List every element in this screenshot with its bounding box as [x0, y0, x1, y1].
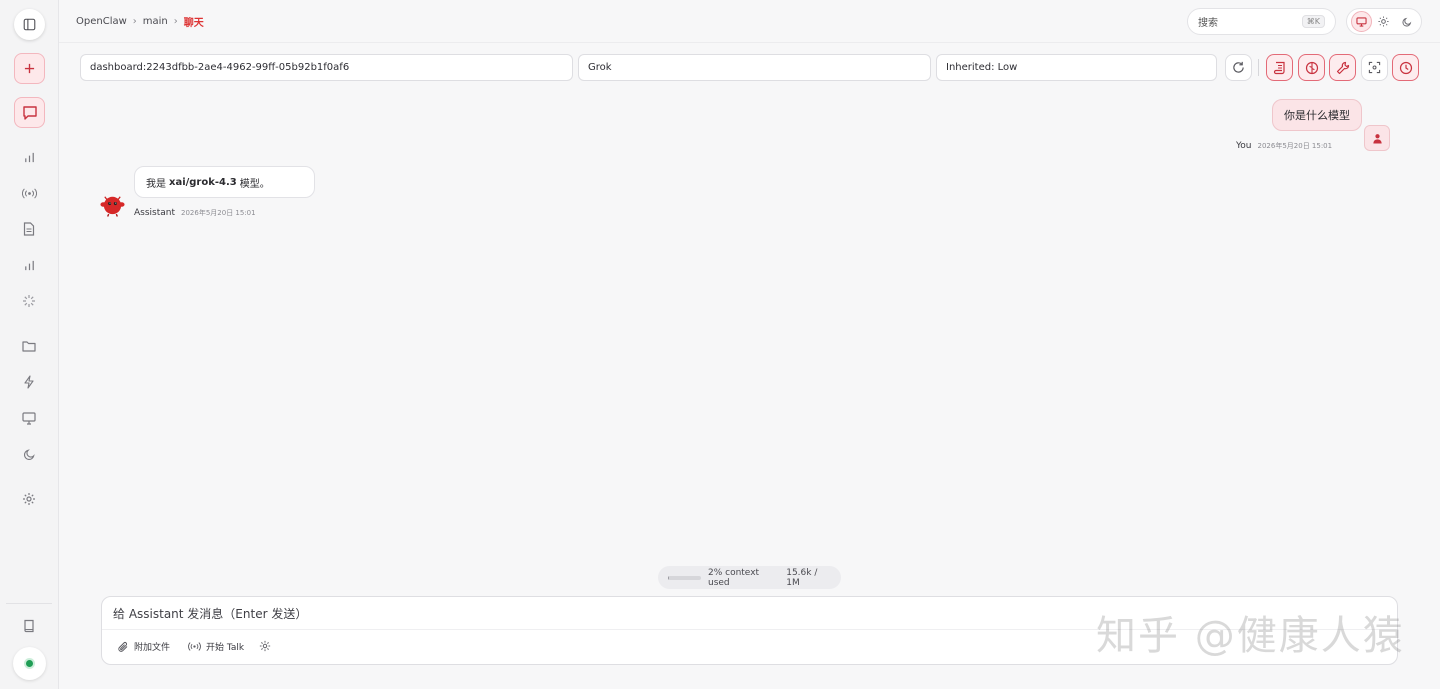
- book-icon: [24, 619, 34, 633]
- sun-icon: [1378, 16, 1390, 27]
- sidebar-item-docs[interactable]: [20, 617, 38, 635]
- start-talk-label: 开始 Talk: [206, 643, 245, 653]
- search-shortcut: ⌘K: [1301, 15, 1325, 28]
- new-chat-button[interactable]: [14, 53, 45, 84]
- sidebar-item-nodes[interactable]: [20, 409, 38, 427]
- wrench-icon: [1336, 61, 1349, 74]
- user-message-text: 你是什么模型: [1284, 109, 1350, 122]
- user-message-meta: You 2026年5月20日 15:01: [1236, 141, 1332, 151]
- context-usage-bar: [668, 575, 701, 580]
- user-sender-name: You: [1236, 141, 1252, 151]
- moon-icon: [1402, 17, 1411, 27]
- context-usage-label: 2% context used: [707, 567, 760, 588]
- sidebar-item-documents[interactable]: [20, 220, 38, 238]
- breadcrumb-current: 聊天: [183, 18, 204, 29]
- search-box[interactable]: 搜索 ⌘K: [1187, 8, 1336, 35]
- message-input[interactable]: [102, 597, 1397, 630]
- toolbar-divider: [1258, 59, 1259, 76]
- sidebar-toggle-button[interactable]: [14, 9, 45, 40]
- thinking-level-select[interactable]: Inherited: Low: [936, 54, 1217, 81]
- refresh-icon: [1233, 61, 1244, 73]
- sidebar-item-skills[interactable]: [20, 373, 38, 391]
- document-icon: [23, 222, 35, 236]
- paperclip-icon: [118, 641, 128, 652]
- attach-file-label: 附加文件: [134, 643, 171, 653]
- monitor-icon: [1356, 16, 1367, 27]
- focus-icon: [1368, 61, 1381, 74]
- sidebar-item-loading[interactable]: [20, 292, 38, 310]
- context-usage-tokens: 15.6k / 1M: [786, 567, 818, 588]
- breadcrumb-separator-icon: ›: [173, 16, 178, 27]
- scroll-icon: [1273, 61, 1285, 74]
- theme-system-button[interactable]: [1350, 11, 1372, 32]
- bar-chart-icon: [24, 152, 34, 162]
- context-usage-indicator: 2% context used 15.6k / 1M: [658, 566, 841, 589]
- assistant-message-bubble: 我是 xai/grok-4.3 模型。: [134, 166, 315, 198]
- model-select[interactable]: Grok: [578, 54, 931, 81]
- focus-mode-button[interactable]: [1361, 54, 1388, 81]
- composer-divider: [102, 629, 1397, 630]
- breadcrumb-root[interactable]: OpenClaw: [76, 16, 127, 27]
- composer-settings-button[interactable]: [259, 640, 271, 652]
- compact-button[interactable]: [1266, 54, 1293, 81]
- theme-switcher: [1346, 8, 1422, 35]
- start-talk-button[interactable]: 开始 Talk: [188, 640, 244, 653]
- plus-icon: [24, 63, 35, 74]
- user-message-bubble: 你是什么模型: [1272, 99, 1362, 131]
- sidebar-item-settings[interactable]: [20, 490, 38, 508]
- gear-icon: [23, 493, 35, 505]
- lightning-icon: [24, 375, 34, 389]
- session-key: dashboard:2243dfbb-2ae4-4962-99ff-05b92b…: [90, 62, 350, 73]
- top-bar: OpenClaw › main › 聊天 搜索 ⌘K: [59, 0, 1440, 43]
- chat-icon: [22, 105, 37, 120]
- sidebar-panel-icon: [23, 18, 36, 31]
- sidebar-item-channels[interactable]: [20, 184, 38, 202]
- spinner-icon: [23, 295, 35, 307]
- sidebar-item-overview[interactable]: [20, 148, 38, 166]
- refresh-button[interactable]: [1225, 54, 1252, 81]
- user-icon: [1372, 133, 1382, 144]
- assistant-lobster-avatar-icon: [100, 196, 125, 217]
- breadcrumb-separator-icon: ›: [132, 16, 137, 27]
- moon-icon: [23, 448, 35, 460]
- sidebar: [0, 0, 59, 689]
- context-usage-fill: [668, 575, 669, 580]
- sidebar-item-files[interactable]: [20, 337, 38, 355]
- assistant-message-meta: Assistant 2026年5月20日 15:01: [134, 208, 256, 218]
- assistant-message-prefix: 我是: [146, 178, 166, 190]
- breadcrumb: OpenClaw › main › 聊天: [76, 14, 204, 29]
- sidebar-item-usage[interactable]: [20, 256, 38, 274]
- thinking-level: Inherited: Low: [946, 62, 1018, 73]
- theme-dark-button[interactable]: [1396, 11, 1417, 32]
- gear-icon: [259, 640, 271, 652]
- connection-status[interactable]: [13, 647, 46, 680]
- brain-icon: [1305, 61, 1318, 74]
- assistant-message-time: 2026年5月20日 15:01: [181, 209, 256, 217]
- message-composer: 附加文件 开始 Talk: [101, 596, 1398, 665]
- assistant-message-suffix: 模型。: [239, 178, 270, 190]
- monitor-icon: [22, 411, 36, 425]
- thinking-toggle-button[interactable]: [1298, 54, 1325, 81]
- status-dot-icon: [26, 660, 33, 667]
- user-message-time: 2026年5月20日 15:01: [1257, 142, 1333, 150]
- sidebar-item-chat[interactable]: [14, 97, 45, 128]
- broadcast-icon: [21, 187, 37, 199]
- folder-icon: [22, 341, 36, 352]
- broadcast-icon: [188, 642, 201, 651]
- attach-file-button[interactable]: 附加文件: [117, 640, 170, 653]
- model-name: Grok: [588, 62, 612, 73]
- theme-light-button[interactable]: [1373, 11, 1394, 32]
- search-placeholder: 搜索: [1198, 18, 1218, 29]
- assistant-model-name: xai/grok-4.3: [169, 176, 237, 188]
- clock-icon: [1399, 61, 1412, 74]
- assistant-sender-name: Assistant: [134, 208, 176, 218]
- breadcrumb-agent[interactable]: main: [143, 16, 168, 27]
- user-avatar: [1364, 125, 1390, 151]
- sidebar-divider: [6, 603, 52, 604]
- bar-chart-icon: [24, 260, 34, 270]
- sidebar-item-sleep[interactable]: [20, 445, 38, 463]
- cron-button[interactable]: [1392, 54, 1419, 81]
- tools-toggle-button[interactable]: [1329, 54, 1356, 81]
- session-select[interactable]: dashboard:2243dfbb-2ae4-4962-99ff-05b92b…: [80, 54, 573, 81]
